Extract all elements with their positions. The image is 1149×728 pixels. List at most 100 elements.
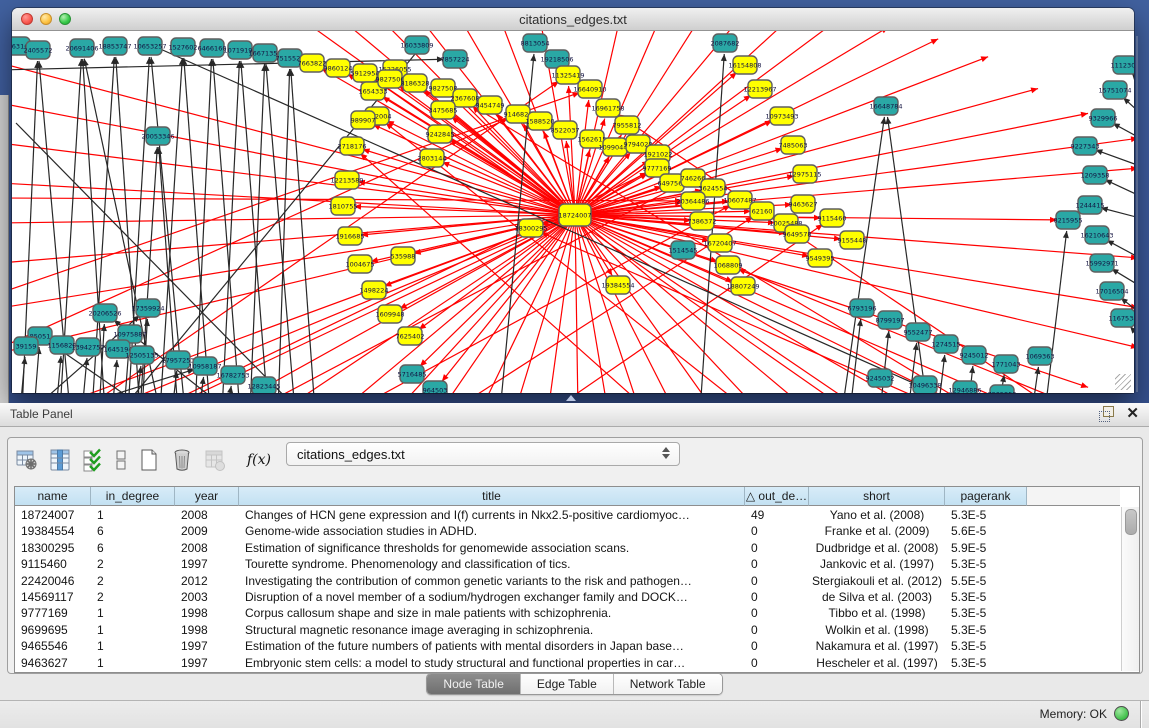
tab-node-table[interactable]: Node Table xyxy=(427,674,521,694)
table-cell[interactable]: Embryonic stem cells: a model to study s… xyxy=(245,655,743,671)
table-cell[interactable]: 22420046 xyxy=(21,573,89,589)
table-cell[interactable]: Nakamura et al. (1997) xyxy=(809,638,945,654)
table-cell[interactable]: Genome-wide association studies in ADHD. xyxy=(245,523,743,539)
table-cell[interactable]: Changes of HCN gene expression and I(f) … xyxy=(245,507,743,523)
table-cell[interactable]: 1 xyxy=(97,638,173,654)
table-cell[interactable]: 9465546 xyxy=(21,638,89,654)
table-cell[interactable]: Jankovic et al. (1997) xyxy=(809,556,945,572)
graph-edge[interactable] xyxy=(887,117,928,393)
table-cell[interactable]: 2 xyxy=(97,556,173,572)
table-row[interactable]: 18300295 6 2008 Estimation of significance … xyxy=(15,540,1120,556)
table-cell[interactable]: 1 xyxy=(97,605,173,621)
table-cell[interactable]: 1998 xyxy=(181,622,237,638)
table-cell[interactable]: 5.3E-5 xyxy=(951,556,1025,572)
memory-status-indicator[interactable] xyxy=(1114,706,1129,721)
table-cell[interactable]: 6 xyxy=(97,523,173,539)
graph-edge[interactable] xyxy=(575,215,1134,308)
table-cell[interactable]: 5.5E-5 xyxy=(951,573,1025,589)
table-settings-icon[interactable] xyxy=(14,447,40,473)
table-cell[interactable]: 2008 xyxy=(181,540,237,556)
select-columns-icon[interactable] xyxy=(80,447,106,473)
table-cell[interactable]: 2003 xyxy=(181,589,237,605)
graph-edge[interactable] xyxy=(12,64,575,215)
graph-edge[interactable] xyxy=(241,61,268,393)
table-cell[interactable]: 0 xyxy=(751,622,807,638)
table-cell[interactable]: 5.3E-5 xyxy=(951,605,1025,621)
table-cell[interactable]: 0 xyxy=(751,605,807,621)
table-cell[interactable]: 5.3E-5 xyxy=(951,638,1025,654)
table-cell[interactable]: 0 xyxy=(751,540,807,556)
table-cell[interactable]: 49 xyxy=(751,507,807,523)
table-cell[interactable]: 1997 xyxy=(181,556,237,572)
table-cell[interactable]: 0 xyxy=(751,556,807,572)
table-cell[interactable]: 1997 xyxy=(181,638,237,654)
table-panel-header[interactable]: Table Panel ✕ xyxy=(0,403,1149,427)
table-cell[interactable]: 5.3E-5 xyxy=(951,655,1025,671)
column-header-name[interactable]: name xyxy=(15,487,91,506)
table-cell[interactable]: Dudbridge et al. (2008) xyxy=(809,540,945,556)
close-icon[interactable]: ✕ xyxy=(1126,406,1139,421)
table-cell[interactable]: 19384554 xyxy=(21,523,89,539)
table-cell[interactable]: 5.6E-5 xyxy=(951,523,1025,539)
table-cell[interactable]: Hescheler et al. (1997) xyxy=(809,655,945,671)
column-header-outde[interactable]: △ out_de… xyxy=(745,487,809,506)
table-row[interactable]: 946554611997Estimation of the future num… xyxy=(15,638,1120,654)
table-cell[interactable]: Franke et al. (2009) xyxy=(809,523,945,539)
table-cell[interactable]: Stergiakouli et al. (2012) xyxy=(809,573,945,589)
table-cell[interactable]: Wolkin et al. (1998) xyxy=(809,622,945,638)
table-cell[interactable]: 5.3E-5 xyxy=(951,622,1025,638)
new-table-icon[interactable] xyxy=(136,447,162,473)
table-cell[interactable]: 9115460 xyxy=(21,556,89,572)
table-cell[interactable]: 5.3E-5 xyxy=(951,507,1025,523)
delete-table-icon[interactable] xyxy=(169,447,195,473)
table-cell[interactable]: 1 xyxy=(97,622,173,638)
table-row[interactable]: 977716911998Corpus callosum shape and si… xyxy=(15,605,1120,621)
graph-edge[interactable] xyxy=(1045,231,1067,393)
table-cell[interactable]: Structural magnetic resonance image aver… xyxy=(245,622,743,638)
table-cell[interactable]: 0 xyxy=(751,573,807,589)
table-cell[interactable]: 5.9E-5 xyxy=(951,540,1025,556)
table-cell[interactable]: 2008 xyxy=(181,507,237,523)
table-cell[interactable]: 9463627 xyxy=(21,655,89,671)
column-header-indegree[interactable]: in_degree xyxy=(91,487,175,506)
scrollbar-thumb[interactable] xyxy=(1125,509,1137,535)
table-cell[interactable]: Disruption of a novel member of a sodium… xyxy=(245,589,743,605)
table-row[interactable]: 9699695 1 1998 Structural magnetic resonanc… xyxy=(15,622,1120,638)
float-window-icon[interactable] xyxy=(1099,406,1114,421)
table-row[interactable]: 1872400712008Changes of HCN gene express… xyxy=(15,507,1120,523)
column-header-pagerank[interactable]: pagerank xyxy=(945,487,1027,506)
table-row[interactable]: 19384554 6 2009 Genome-wide association stu… xyxy=(15,523,1120,539)
table-cell[interactable]: 1997 xyxy=(181,655,237,671)
graph-edge[interactable] xyxy=(222,61,239,393)
splitter-grip-icon[interactable] xyxy=(566,395,576,401)
network-window[interactable]: citations_edges.txt 16316240557220691406… xyxy=(12,8,1134,393)
graph-edge[interactable] xyxy=(42,215,575,393)
table-cell[interactable]: Corpus callosum shape and size in male p… xyxy=(245,605,743,621)
table-cell[interactable]: 6 xyxy=(97,540,173,556)
graph-edge[interactable] xyxy=(575,215,578,393)
column-header-year[interactable]: year xyxy=(175,487,239,506)
table-cell[interactable]: 0 xyxy=(751,589,807,605)
table-cell[interactable]: 2 xyxy=(97,573,173,589)
graph-edge[interactable] xyxy=(195,59,211,393)
window-resize-grip[interactable] xyxy=(1115,374,1131,390)
tab-edge-table[interactable]: Edge Table xyxy=(521,674,614,694)
table-cell[interactable]: 2012 xyxy=(181,573,237,589)
table-cell[interactable]: 1 xyxy=(97,655,173,671)
table-cell[interactable]: 14569117 xyxy=(21,589,89,605)
table-cell[interactable]: 1 xyxy=(97,507,173,523)
tab-network-table[interactable]: Network Table xyxy=(614,674,722,694)
table-cell[interactable]: 0 xyxy=(751,523,807,539)
table-cell[interactable]: de Silva et al. (2003) xyxy=(809,589,945,605)
function-builder-icon[interactable]: f(x) xyxy=(247,452,271,468)
network-window-titlebar[interactable]: citations_edges.txt xyxy=(12,8,1134,31)
table-row[interactable]: 2242004622012Investigating the contribut… xyxy=(15,573,1120,589)
table-cell[interactable]: 18300295 xyxy=(21,540,89,556)
table-cell[interactable]: Yano et al. (2008) xyxy=(809,507,945,523)
table-cell[interactable]: Estimation of significance thresholds fo… xyxy=(245,540,743,556)
table-cell[interactable]: 9699695 xyxy=(21,622,89,638)
column-header-short[interactable]: short xyxy=(809,487,945,506)
network-canvas[interactable]: 1631624055722069140618853747106532571527… xyxy=(12,31,1134,393)
table-cell[interactable]: 2009 xyxy=(181,523,237,539)
table-cell[interactable]: 0 xyxy=(751,655,807,671)
